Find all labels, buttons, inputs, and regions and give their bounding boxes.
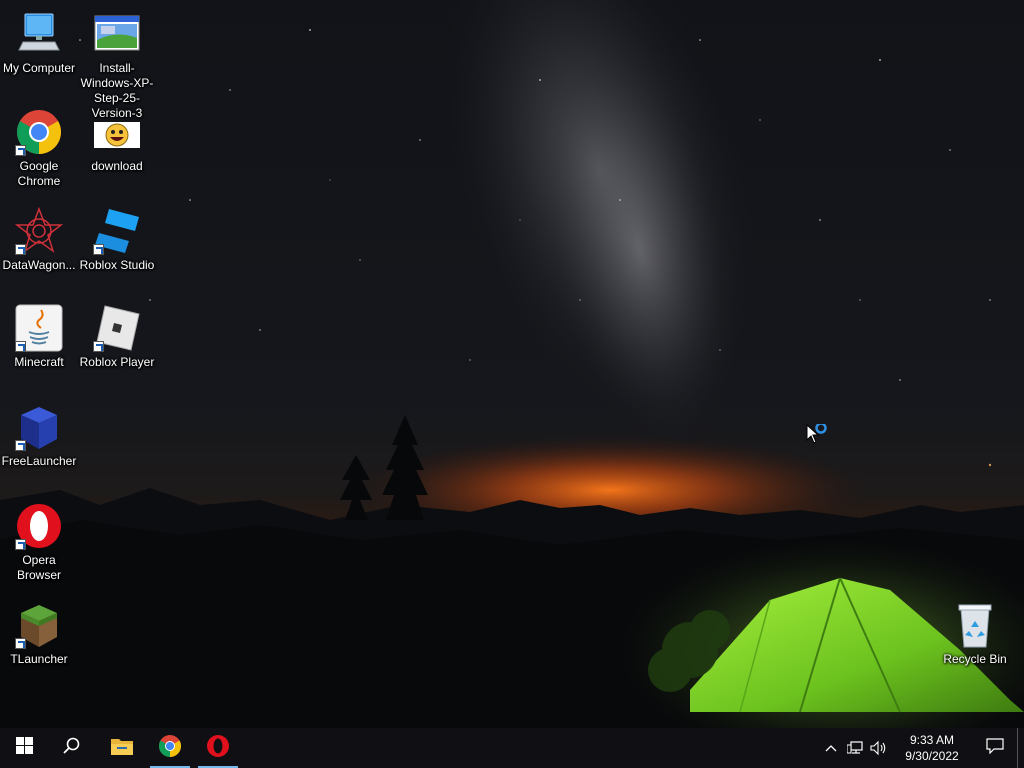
shortcut-arrow-icon	[15, 145, 26, 156]
desktop-icon-minecraft[interactable]: Minecraft	[0, 304, 78, 370]
icon-label: Recycle Bin	[943, 652, 1007, 666]
xp-installer-icon	[93, 10, 141, 58]
show-hidden-icons-chevron-icon[interactable]	[819, 728, 843, 768]
taskbar-chrome[interactable]	[146, 728, 194, 768]
taskbar-opera[interactable]	[194, 728, 242, 768]
shortcut-arrow-icon	[15, 244, 26, 255]
show-desktop-button[interactable]	[1017, 728, 1024, 768]
icon-label: Google Chrome	[17, 159, 61, 188]
desktop-icon-roblox-player[interactable]: Roblox Player	[78, 304, 156, 370]
action-center-button[interactable]	[973, 728, 1017, 768]
notification-icon	[986, 737, 1004, 759]
download-emoji-icon	[93, 108, 141, 156]
datawagon-icon	[15, 207, 63, 255]
desktop-icon-recycle-bin[interactable]: Recycle Bin	[936, 601, 1014, 667]
desktop-icon-datawagon[interactable]: DataWagon...	[0, 207, 78, 273]
icon-label: Opera Browser	[16, 553, 61, 582]
network-icon[interactable]	[843, 728, 867, 768]
icon-label: download	[91, 159, 143, 173]
desktop-icon-my-computer[interactable]: My Computer	[0, 10, 78, 76]
icon-label: Roblox Studio	[79, 258, 155, 272]
search-icon	[63, 737, 81, 760]
tlauncher-icon	[15, 601, 63, 649]
desktop-icon-opera-browser[interactable]: Opera Browser	[0, 502, 78, 583]
search-button[interactable]	[48, 728, 96, 768]
volume-icon[interactable]	[867, 728, 891, 768]
chrome-icon	[15, 108, 63, 156]
desktop-icon-freelauncher[interactable]: FreeLauncher	[0, 403, 78, 469]
shortcut-arrow-icon	[15, 440, 26, 451]
icon-label: TLauncher	[10, 652, 68, 666]
shortcut-arrow-icon	[15, 638, 26, 649]
desktop-icon-download[interactable]: download	[78, 108, 156, 174]
desktop-icon-roblox-studio[interactable]: Roblox Studio	[78, 207, 156, 273]
opera-icon	[15, 502, 63, 550]
roblox-studio-icon	[93, 207, 141, 255]
desktop-icon-google-chrome[interactable]: Google Chrome	[0, 108, 78, 189]
busy-cursor-icon	[806, 422, 832, 453]
java-icon	[15, 304, 63, 352]
windows-logo-icon	[15, 737, 33, 759]
computer-icon	[15, 10, 63, 58]
clock-date: 9/30/2022	[905, 749, 959, 763]
shortcut-arrow-icon	[15, 539, 26, 550]
clock-time: 9:33 AM	[909, 733, 955, 747]
icon-label: FreeLauncher	[1, 454, 77, 468]
shortcut-arrow-icon	[93, 244, 104, 255]
taskbar: 9:33 AM 9/30/2022	[0, 728, 1024, 768]
taskbar-file-explorer[interactable]	[98, 728, 146, 768]
recycle-bin-icon	[951, 601, 999, 649]
icon-label: Minecraft	[14, 355, 64, 369]
system-tray: 9:33 AM 9/30/2022	[819, 728, 1024, 768]
desktop-icon-tlauncher[interactable]: TLauncher	[0, 601, 78, 667]
taskbar-clock[interactable]: 9:33 AM 9/30/2022	[897, 732, 967, 764]
freelauncher-icon	[15, 403, 63, 451]
chrome-icon	[158, 734, 182, 763]
shortcut-arrow-icon	[15, 341, 26, 352]
roblox-player-icon	[93, 304, 141, 352]
start-button[interactable]	[0, 728, 48, 768]
icon-label: My Computer	[2, 61, 76, 75]
folder-icon	[110, 736, 134, 761]
icon-label: Roblox Player	[79, 355, 155, 369]
icon-label: DataWagon...	[2, 258, 76, 272]
opera-icon	[206, 734, 230, 763]
desktop-icon-install-windows-xp[interactable]: Install-Windows-XP-Step-25-Version-3	[78, 10, 156, 121]
shortcut-arrow-icon	[93, 341, 104, 352]
